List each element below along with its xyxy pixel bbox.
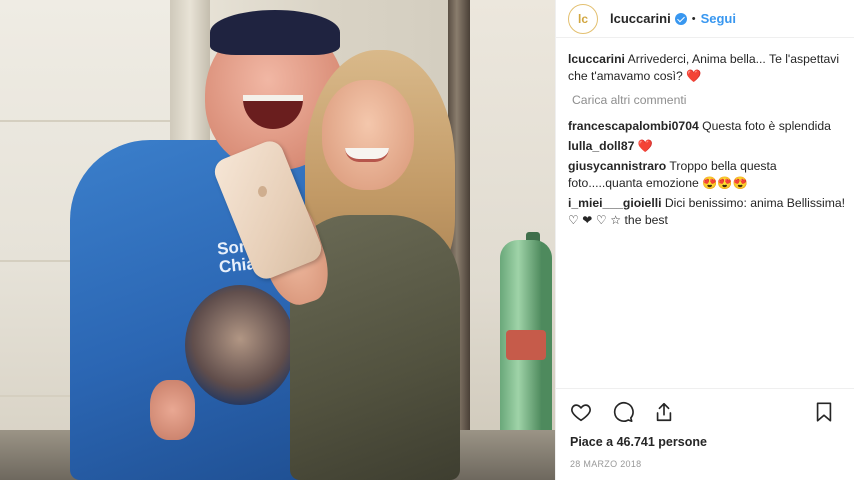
heart-emoji: ❤️ bbox=[637, 139, 653, 153]
post-header: lc lcuccarini • Segui bbox=[556, 0, 854, 38]
share-icon[interactable] bbox=[653, 401, 675, 423]
comment-item: i_miei___gioielli Dici benissimo: anima … bbox=[568, 195, 848, 229]
follow-button[interactable]: Segui bbox=[701, 11, 736, 26]
action-bar bbox=[556, 388, 854, 428]
heart-outline-icon[interactable] bbox=[570, 401, 592, 423]
comment-username[interactable]: francescapalombi0704 bbox=[568, 119, 699, 133]
caption: lcuccarini Arrivederci, Anima bella... T… bbox=[568, 51, 848, 85]
avatar[interactable]: lc bbox=[568, 3, 598, 34]
author-username[interactable]: lcuccarini bbox=[610, 11, 671, 26]
separator-dot: • bbox=[691, 12, 696, 25]
post-date[interactable]: 28 MARZO 2018 bbox=[570, 459, 641, 469]
likes-count[interactable]: Piace a 46.741 persone bbox=[570, 435, 707, 449]
heart-eyes-emoji: 😍😍😍 bbox=[702, 176, 748, 190]
heart-emoji: ❤️ bbox=[686, 69, 702, 83]
comment-username[interactable]: i_miei___gioielli bbox=[568, 196, 661, 210]
woman-face bbox=[322, 80, 414, 190]
comment-icon[interactable] bbox=[612, 401, 634, 423]
verified-badge-icon bbox=[674, 12, 687, 25]
comment-item: lulla_doll87 ❤️ bbox=[568, 138, 848, 155]
comment-username[interactable]: lulla_doll87 bbox=[568, 139, 634, 153]
bookmark-icon[interactable] bbox=[813, 401, 835, 423]
comments-list: lcuccarini Arrivederci, Anima bella... T… bbox=[568, 51, 848, 232]
caption-username[interactable]: lcuccarini bbox=[568, 52, 625, 66]
comment-username[interactable]: giusycannistraro bbox=[568, 159, 666, 173]
comment-item: francescapalombi0704 Questa foto è splen… bbox=[568, 118, 848, 135]
post-side-panel: lc lcuccarini • Segui lcuccarini Arrived… bbox=[555, 0, 854, 480]
comment-item: giusycannistraro Troppo bella questa fot… bbox=[568, 158, 848, 192]
load-more-comments-button[interactable]: Carica altri commenti bbox=[572, 92, 848, 109]
comment-text: Questa foto è splendida bbox=[702, 119, 831, 133]
post-photo[interactable]: Sono Chiara bbox=[0, 0, 555, 480]
